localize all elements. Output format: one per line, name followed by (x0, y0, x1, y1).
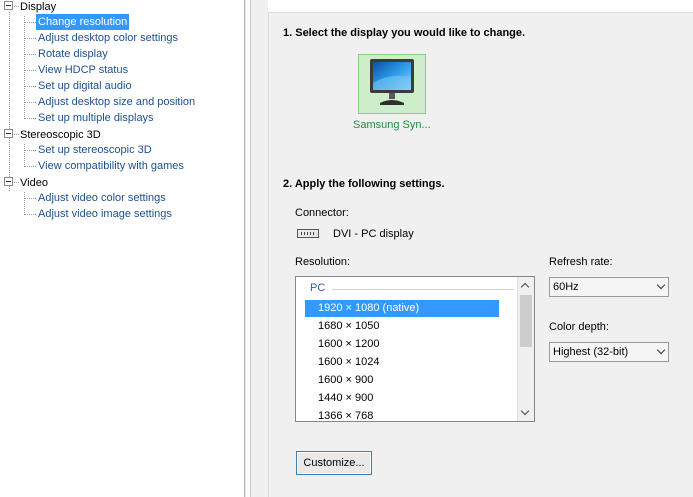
resolution-option[interactable]: 1920 × 1080 (native) (305, 300, 499, 317)
resolution-scrollbar[interactable] (517, 277, 534, 421)
scroll-down-icon[interactable] (518, 405, 534, 421)
color-depth-select[interactable]: Highest (32-bit) (549, 342, 669, 362)
color-depth-label: Color depth: (549, 321, 609, 333)
content-panel (268, 12, 693, 497)
tree-item-set-up-multiple-displays[interactable]: Set up multiple displays (38, 110, 154, 126)
tree-guide (14, 134, 19, 135)
tree-guide (25, 150, 36, 151)
tree-group-stereoscopic-3d[interactable]: Stereoscopic 3D (20, 127, 101, 143)
tree-guide (14, 6, 19, 7)
tree-guide (24, 16, 25, 119)
tree-guide (25, 38, 36, 39)
tree-item-set-up-stereoscopic-3d[interactable]: Set up stereoscopic 3D (38, 142, 152, 158)
connector-value: DVI - PC display (333, 228, 414, 240)
refresh-rate-label: Refresh rate: (549, 256, 613, 268)
monitor-icon (370, 59, 414, 105)
tree-guide (25, 22, 36, 23)
display-name[interactable]: Samsung Syn... (353, 119, 431, 131)
tree-item-adjust-desktop-size[interactable]: Adjust desktop size and position (38, 94, 195, 110)
tree-guide (25, 86, 36, 87)
tree-guide (25, 118, 36, 119)
tree-item-rotate-display[interactable]: Rotate display (38, 46, 108, 62)
tree-guide (25, 214, 36, 215)
tree-item-change-resolution[interactable]: Change resolution (36, 14, 130, 30)
tree-item-adjust-video-image[interactable]: Adjust video image settings (38, 206, 172, 222)
scrollbar-thumb[interactable] (520, 295, 532, 347)
tree-group-video[interactable]: Video (20, 175, 48, 191)
dvi-connector-icon (297, 229, 319, 238)
tree-guide (25, 198, 36, 199)
tree-item-set-up-digital-audio[interactable]: Set up digital audio (38, 78, 132, 94)
tree-item-adjust-video-color[interactable]: Adjust video color settings (38, 190, 166, 206)
chevron-down-icon (656, 280, 666, 290)
group-divider (332, 289, 514, 290)
tree-collapse-icon[interactable] (4, 1, 13, 10)
customize-button[interactable]: Customize... (296, 451, 372, 475)
resolution-listbox[interactable]: PC 1920 × 1080 (native) 1680 × 1050 1600… (295, 276, 535, 422)
tree-item-adjust-desktop-color[interactable]: Adjust desktop color settings (38, 30, 178, 46)
tree-guide (9, 12, 10, 191)
refresh-rate-select[interactable]: 60Hz (549, 277, 669, 297)
tree-guide (25, 166, 36, 167)
tree-group-display[interactable]: Display (20, 0, 56, 15)
step2-heading: 2. Apply the following settings. (283, 178, 445, 190)
resolution-option[interactable]: 1440 × 900 (305, 390, 499, 407)
refresh-rate-value: 60Hz (553, 281, 579, 293)
tree-guide (24, 144, 25, 167)
resolution-option[interactable]: 1600 × 1024 (305, 354, 499, 371)
resolution-label: Resolution: (295, 256, 351, 268)
tree-guide (25, 54, 36, 55)
tree-collapse-icon[interactable] (4, 177, 13, 186)
resolution-group-header: PC (310, 282, 330, 294)
scroll-up-icon[interactable] (518, 277, 534, 293)
resolution-option[interactable]: 1600 × 900 (305, 372, 499, 389)
tree-guide (25, 70, 36, 71)
resolution-option[interactable]: 1366 × 768 (305, 408, 499, 421)
navigation-tree: Display Change resolution Adjust desktop… (0, 0, 244, 497)
chevron-down-icon (656, 345, 666, 355)
resolution-option[interactable]: 1600 × 1200 (305, 336, 499, 353)
tree-item-view-compatibility[interactable]: View compatibility with games (38, 158, 184, 174)
tree-item-view-hdcp-status[interactable]: View HDCP status (38, 62, 128, 78)
tree-collapse-icon[interactable] (4, 129, 13, 138)
connector-label: Connector: (295, 207, 349, 219)
resolution-option[interactable]: 1680 × 1050 (305, 318, 499, 335)
display-tile[interactable] (358, 54, 426, 114)
tree-guide (24, 192, 25, 215)
tree-guide (25, 102, 36, 103)
tree-guide (14, 182, 19, 183)
step1-heading: 1. Select the display you would like to … (283, 27, 526, 39)
color-depth-value: Highest (32-bit) (553, 346, 629, 358)
content-margin (250, 0, 268, 497)
